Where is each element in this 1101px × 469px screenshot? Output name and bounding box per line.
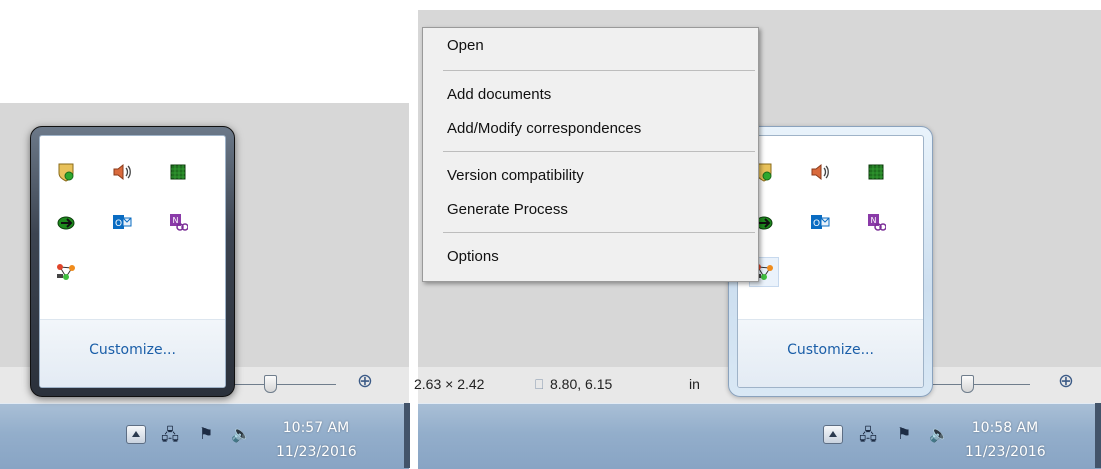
show-hidden-icons-button-right[interactable] [823, 425, 843, 444]
zoom-slider-thumb[interactable] [264, 375, 277, 393]
cursor-position-icon: ⎕ [535, 376, 544, 392]
speaker-icon[interactable]: 🔈 [231, 424, 251, 444]
show-desktop-button[interactable] [404, 403, 410, 468]
menu-separator [443, 70, 755, 71]
tray-overflow-body: O N Customize... [39, 135, 226, 388]
clock-time[interactable]: 10:57 AM [276, 418, 356, 439]
action-center-flag-icon[interactable]: ⚑ [197, 424, 215, 444]
clock-date-right[interactable]: 11/23/2016 [965, 442, 1046, 463]
menu-separator [443, 232, 755, 233]
menu-item-add-modify-correspondences[interactable]: Add/Modify correspondences [447, 120, 641, 137]
onenote-clipping-icon[interactable]: N [168, 212, 188, 232]
tray-overflow-body-right: O N Customize... [737, 135, 924, 388]
action-center-flag-icon[interactable]: ⚑ [895, 424, 913, 444]
clock-date[interactable]: 11/23/2016 [276, 442, 357, 463]
process-network-icon[interactable] [56, 262, 76, 282]
zoom-slider-thumb-right[interactable] [961, 375, 974, 393]
show-desktop-button-right[interactable] [1095, 403, 1101, 468]
network-icon[interactable]: 🖧 [161, 424, 179, 451]
tray-context-menu: Open Add documents Add/Modify correspond… [422, 27, 759, 282]
green-grid-icon[interactable] [866, 162, 886, 182]
menu-item-open[interactable]: Open [447, 37, 484, 54]
chevron-up-icon [829, 431, 837, 437]
unit-label[interactable]: in [689, 376, 700, 392]
customize-link-right[interactable]: Customize... [738, 342, 923, 358]
menu-item-version-compatibility[interactable]: Version compatibility [447, 167, 584, 184]
chevron-up-icon [132, 431, 140, 437]
green-grid-icon[interactable] [168, 162, 188, 182]
zoom-in-icon[interactable]: ⊕ [357, 372, 373, 392]
customize-link[interactable]: Customize... [40, 342, 225, 358]
outlook-icon[interactable]: O [810, 212, 830, 232]
menu-separator [443, 151, 755, 152]
zoom-slider-track[interactable] [232, 384, 336, 385]
cursor-position: 8.80, 6.15 [550, 376, 613, 392]
svg-text:N: N [871, 216, 877, 225]
speaker-icon[interactable]: 🔈 [929, 424, 949, 444]
svg-text:N: N [173, 216, 179, 225]
volume-icon[interactable] [112, 162, 132, 182]
selection-dimensions: 2.63 × 2.42 [414, 376, 485, 392]
tray-overflow-popup: O N Customize... [30, 126, 235, 397]
clock-time-right[interactable]: 10:58 AM [965, 418, 1045, 439]
svg-text:O: O [115, 219, 122, 229]
menu-item-options[interactable]: Options [447, 248, 499, 265]
menu-item-add-documents[interactable]: Add documents [447, 86, 551, 103]
zoom-slider-track-right[interactable] [926, 384, 1030, 385]
show-hidden-icons-button[interactable] [126, 425, 146, 444]
security-shield-icon[interactable] [56, 162, 76, 182]
zoom-in-icon-right[interactable]: ⊕ [1058, 372, 1074, 392]
network-icon[interactable]: 🖧 [859, 424, 877, 451]
customize-area: Customize... [40, 319, 225, 387]
volume-icon[interactable] [810, 162, 830, 182]
customize-area-right: Customize... [738, 319, 923, 387]
onenote-clipping-icon[interactable]: N [866, 212, 886, 232]
menu-item-generate-process[interactable]: Generate Process [447, 201, 568, 218]
green-sync-icon[interactable] [56, 212, 76, 232]
svg-text:O: O [813, 219, 820, 229]
outlook-icon[interactable]: O [112, 212, 132, 232]
